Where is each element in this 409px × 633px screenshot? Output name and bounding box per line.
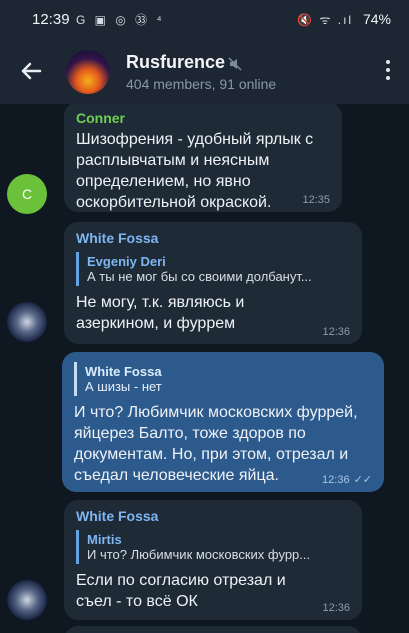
message-author: Conner: [76, 110, 125, 126]
status-bar: 12:39 G ▣ ◎ ㉝ ⁴ 🔇 ᯤ .ıl 74%: [0, 0, 409, 38]
message-time: 12:36: [322, 602, 350, 614]
battery-level: 74%: [362, 11, 391, 27]
chat-header: Rusfurence 404 members, 91 online: [0, 38, 409, 104]
reply-author: Mirtis: [87, 532, 122, 547]
muted-icon: [228, 57, 242, 71]
system-indicators: 🔇 ᯤ .ıl 74%: [297, 11, 391, 28]
reply-snippet: И что? Любимчик московских фурр...: [87, 547, 311, 562]
avatar[interactable]: [7, 580, 47, 620]
message-time: 12:36 ✓✓: [322, 473, 372, 486]
message-author: White Fossa: [76, 508, 159, 524]
message-time: 12:36: [322, 326, 350, 338]
read-receipt-icon: ✓✓: [353, 474, 372, 486]
reply-quote[interactable]: White Fossa А шизы - нет: [74, 362, 372, 396]
reply-snippet: А ты не мог бы со своими долбанут...: [87, 269, 312, 284]
group-avatar[interactable]: [66, 50, 110, 94]
status-time: 12:39: [32, 11, 70, 28]
notification-icons: G ▣ ◎ ㉝ ⁴: [76, 13, 165, 27]
more-options-icon[interactable]: [385, 60, 391, 82]
reply-quote[interactable]: Mirtis И что? Любимчик московских фурр..…: [76, 530, 350, 564]
message-time-value: 12:36: [322, 474, 350, 486]
avatar[interactable]: C: [7, 174, 47, 214]
message-text: Если по согласию отрезал и съел - то всё…: [76, 572, 286, 610]
message-bubble[interactable]: White Fossa Mirtis И что? Любимчик моско…: [64, 500, 362, 620]
reply-snippet: А шизы - нет: [85, 379, 162, 394]
avatar[interactable]: [7, 302, 47, 342]
reply-author: White Fossa: [85, 364, 162, 379]
message-author: White Fossa: [76, 230, 159, 246]
message-time: 12:35: [302, 194, 330, 206]
message-text: Шизофрения - удобный ярлык с расплывчаты…: [76, 131, 314, 211]
reply-quote[interactable]: Evgeniy Deri А ты не мог бы со своими до…: [76, 252, 350, 286]
member-count: 404 members, 91 online: [126, 76, 277, 92]
signal-icons: 🔇 ᯤ .ıl: [297, 13, 354, 27]
message-bubble-outgoing[interactable]: White Fossa А шизы - нет И что? Любимчик…: [62, 352, 384, 492]
message-bubble[interactable]: Conner Шизофрения - удобный ярлык с расп…: [64, 104, 342, 212]
chat-title[interactable]: Rusfurence: [126, 52, 225, 73]
message-list[interactable]: Conner Шизофрения - удобный ярлык с расп…: [0, 104, 409, 633]
back-arrow-icon[interactable]: [16, 56, 46, 86]
message-text: Не могу, т.к. являюсь и азеркином, и фур…: [76, 294, 245, 332]
reply-author: Evgeniy Deri: [87, 254, 166, 269]
next-message-edge: [64, 626, 362, 633]
message-bubble[interactable]: White Fossa Evgeniy Deri А ты не мог бы …: [64, 222, 362, 344]
